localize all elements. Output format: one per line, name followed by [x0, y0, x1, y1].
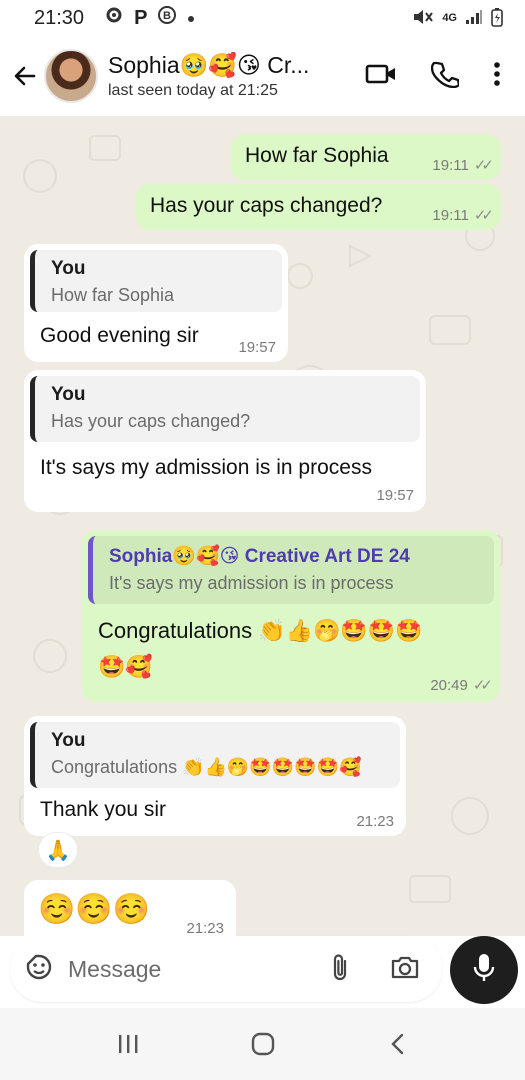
sticker-icon[interactable] [24, 952, 54, 987]
read-ticks-icon: ✓✓ [472, 677, 493, 694]
message-text: Good evening sir [40, 324, 199, 347]
mic-button[interactable] [450, 936, 518, 1004]
status-bar: 21:30 P B 4G [0, 0, 525, 36]
quoted-message[interactable]: You Congratulations 👏👍🤭🤩🤩🤩🤩🥰 [30, 722, 400, 788]
message-time: 19:11 [432, 156, 469, 174]
quote-author: You [51, 384, 86, 405]
composer-bar: Message [0, 936, 525, 1008]
message-outgoing[interactable]: Has your caps changed? 19:11 ✓✓ [136, 184, 501, 230]
voice-call-icon[interactable] [430, 60, 461, 93]
network-4g-icon: 4G [442, 12, 457, 24]
status-time: 21:30 [34, 6, 85, 29]
signal-icon [465, 9, 483, 28]
recents-icon[interactable] [98, 1020, 158, 1068]
message-time: 19:57 [238, 339, 276, 356]
message-text: ☺️☺️☺️ [38, 893, 151, 926]
message-placeholder: Message [68, 955, 162, 982]
message-incoming[interactable]: You Congratulations 👏👍🤭🤩🤩🤩🤩🥰 Thank you s… [24, 716, 406, 836]
back-nav-icon[interactable] [368, 1020, 428, 1068]
message-text: How far Sophia [245, 144, 389, 167]
chat-area[interactable]: How far Sophia 19:11 ✓✓ Has your caps ch… [0, 116, 525, 936]
reaction-emoji: 🙏 [45, 839, 71, 862]
quote-author: You [51, 258, 86, 279]
mic-icon [471, 952, 497, 989]
avatar[interactable] [44, 49, 98, 103]
last-seen-status: last seen today at 21:25 [108, 82, 278, 99]
read-ticks-icon: ✓✓ [473, 207, 494, 224]
back-arrow-icon[interactable] [6, 56, 44, 96]
message-outgoing[interactable]: Sophia🥹🥰😘 Creative Art DE 24 It's says m… [82, 530, 500, 702]
message-incoming[interactable]: ☺️☺️☺️ 21:23 [24, 880, 236, 936]
message-time: 21:23 [356, 813, 394, 830]
battery-icon [491, 7, 503, 30]
quote-author: You [51, 730, 86, 751]
message-time: 19:57 [376, 487, 414, 504]
home-icon[interactable] [233, 1020, 293, 1068]
b-icon: B [157, 5, 177, 31]
chat-header: Sophia🥹🥰😘 Cr... last seen today at 21:25 [0, 36, 525, 116]
p-icon: P [134, 6, 148, 29]
quoted-message[interactable]: Sophia🥹🥰😘 Creative Art DE 24 It's says m… [88, 536, 494, 604]
contact-name: Sophia🥹🥰😘 Cr... [108, 52, 310, 78]
message-time: 20:49 [430, 676, 468, 694]
mute-icon [412, 8, 434, 29]
message-time: 19:11 [432, 206, 469, 224]
gear-icon [104, 5, 124, 31]
message-text: It's says my admission is in process [40, 456, 372, 479]
message-text: Thank you sir [40, 798, 167, 821]
dot-icon [187, 7, 195, 29]
attach-icon[interactable] [330, 952, 350, 987]
message-incoming[interactable]: You How far Sophia Good evening sir 19:5… [24, 244, 288, 362]
quote-text: Has your caps changed? [51, 411, 251, 431]
contact-info[interactable]: Sophia🥹🥰😘 Cr... last seen today at 21:25 [108, 52, 338, 100]
read-ticks-icon: ✓✓ [473, 157, 494, 174]
quoted-message[interactable]: You How far Sophia [30, 250, 282, 312]
quoted-message[interactable]: You Has your caps changed? [30, 376, 420, 442]
quote-text: It's says my admission is in process [109, 573, 394, 593]
message-input[interactable]: Message [10, 936, 442, 1002]
svg-text:B: B [163, 10, 171, 22]
system-nav-bar [0, 1008, 525, 1080]
video-call-icon[interactable] [365, 62, 397, 91]
quote-author: Sophia🥹🥰😘 Creative Art DE 24 [109, 546, 410, 567]
message-text: Has your caps changed? [150, 194, 383, 217]
message-text: Congratulations 👏👍🤭🤩🤩🤩 [98, 618, 423, 643]
quote-text: Congratulations 👏👍🤭🤩🤩🤩🤩🥰 [51, 757, 362, 777]
quote-text: How far Sophia [51, 285, 175, 305]
message-reaction[interactable]: 🙏 [38, 832, 78, 868]
message-incoming[interactable]: You Has your caps changed? It's says my … [24, 370, 426, 512]
camera-icon[interactable] [390, 954, 420, 985]
message-outgoing[interactable]: How far Sophia 19:11 ✓✓ [231, 134, 501, 180]
message-text-line2: 🤩🥰 [98, 654, 153, 679]
more-options-icon[interactable] [493, 61, 501, 92]
message-time: 21:23 [186, 920, 224, 936]
